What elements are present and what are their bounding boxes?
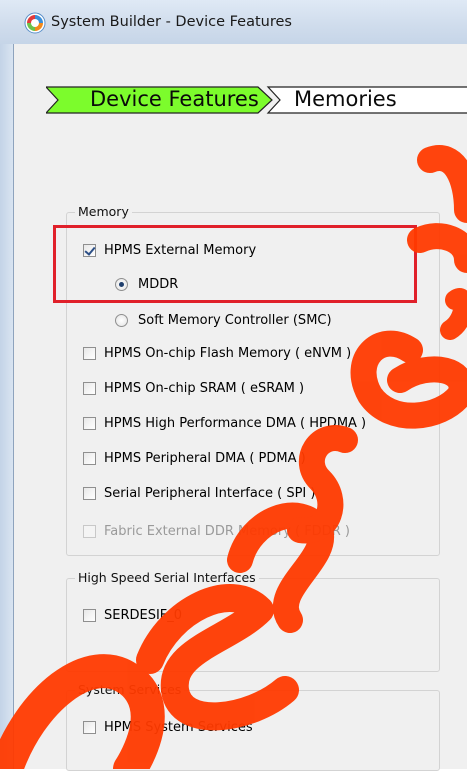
memory-group-legend: Memory	[75, 204, 132, 219]
envm-option[interactable]: HPMS On-chip Flash Memory ( eNVM )	[83, 346, 351, 361]
highlight-box	[53, 225, 417, 303]
title-bar: System Builder - Device Features	[0, 0, 467, 44]
pdma-label: HPMS Peripheral DMA ( PDMA )	[104, 451, 306, 466]
serdesif-option[interactable]: SERDESIF_0	[83, 608, 182, 623]
window-frame	[0, 44, 13, 769]
system-services-legend: System Services	[75, 682, 185, 697]
esram-label: HPMS On-chip SRAM ( eSRAM )	[104, 381, 305, 396]
fddr-option: Fabric External DDR Memory ( FDDR )	[83, 524, 350, 539]
app-icon	[24, 12, 46, 34]
serial-interfaces-group: High Speed Serial Interfaces	[66, 570, 440, 672]
smc-radio[interactable]	[115, 314, 128, 327]
smc-label: Soft Memory Controller (SMC)	[138, 313, 332, 328]
envm-checkbox[interactable]	[83, 347, 96, 360]
spi-option[interactable]: Serial Peripheral Interface ( SPI )	[83, 486, 315, 501]
serdesif-checkbox[interactable]	[83, 609, 96, 622]
envm-label: HPMS On-chip Flash Memory ( eNVM )	[104, 346, 352, 361]
window-title: System Builder - Device Features	[51, 14, 292, 30]
step-device-features[interactable]: Device Features	[90, 87, 259, 111]
spi-label: Serial Peripheral Interface ( SPI )	[104, 486, 316, 501]
pdma-option[interactable]: HPMS Peripheral DMA ( PDMA )	[83, 451, 306, 466]
pdma-checkbox[interactable]	[83, 452, 96, 465]
esram-checkbox[interactable]	[83, 382, 96, 395]
fddr-checkbox	[83, 525, 96, 538]
spi-checkbox[interactable]	[83, 487, 96, 500]
hpdma-checkbox[interactable]	[83, 417, 96, 430]
fddr-label: Fabric External DDR Memory ( FDDR )	[104, 524, 350, 539]
esram-option[interactable]: HPMS On-chip SRAM ( eSRAM )	[83, 381, 304, 396]
smc-option[interactable]: Soft Memory Controller (SMC)	[115, 313, 332, 328]
system-services-label: HPMS System Services	[104, 720, 253, 735]
serial-interfaces-legend: High Speed Serial Interfaces	[75, 570, 259, 585]
system-services-checkbox[interactable]	[83, 721, 96, 734]
system-services-option[interactable]: HPMS System Services	[83, 720, 253, 735]
hpdma-label: HPMS High Performance DMA ( HPDMA )	[104, 416, 367, 431]
serdesif-label: SERDESIF_0	[104, 608, 183, 623]
hpdma-option[interactable]: HPMS High Performance DMA ( HPDMA )	[83, 416, 366, 431]
step-memories[interactable]: Memories	[294, 87, 397, 111]
